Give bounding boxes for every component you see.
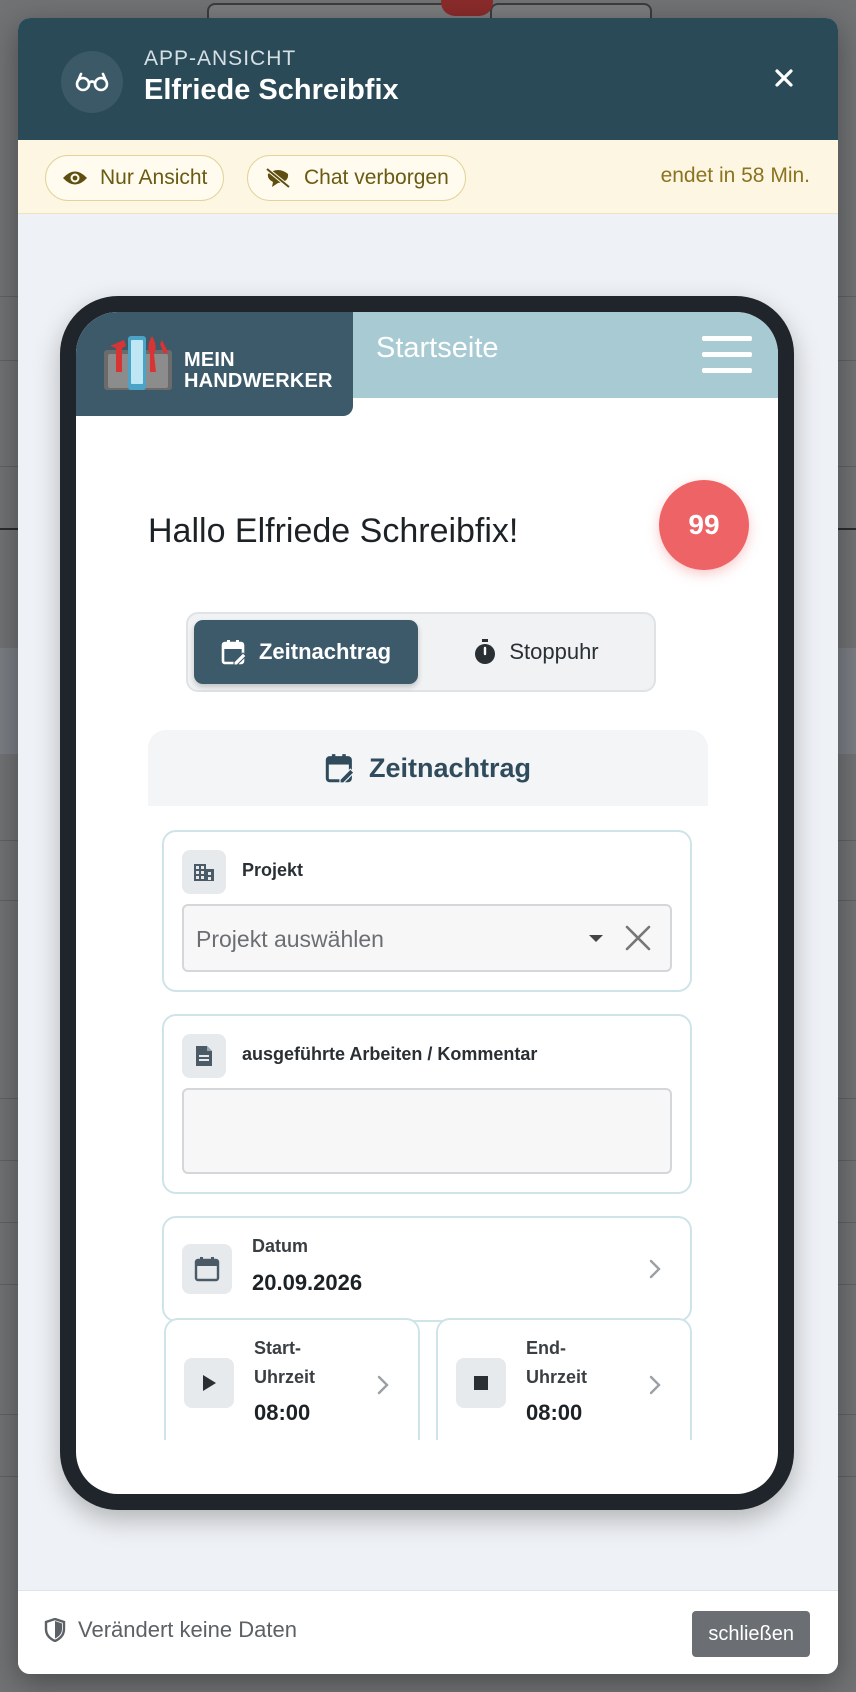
date-value: 20.09.2026	[252, 1270, 363, 1295]
notification-badge[interactable]: 99	[659, 480, 749, 570]
glasses-icon	[61, 51, 123, 113]
document-icon	[182, 1034, 226, 1078]
building-icon	[182, 850, 226, 894]
greeting: Hallo Elfriede Schreibfix!	[148, 512, 519, 550]
toolbox-logo-icon	[104, 336, 172, 390]
chevron-right-icon	[649, 1259, 661, 1279]
footer-note-text: Verändert keine Daten	[78, 1617, 297, 1642]
chat-hidden-icon	[265, 167, 291, 189]
form-header: Zeitnachtrag	[148, 730, 708, 806]
caret-down-icon[interactable]	[588, 934, 604, 944]
end-time-field[interactable]: End- Uhrzeit 08:00	[436, 1318, 692, 1440]
app-page-title: Startseite	[376, 332, 499, 364]
tab-stoppuhr[interactable]: Stoppuhr	[422, 620, 650, 684]
calendar-edit-icon	[325, 754, 355, 783]
clear-icon[interactable]	[624, 924, 652, 952]
project-select[interactable]: Projekt auswählen	[182, 904, 672, 972]
start-label-line-1: Start-	[254, 1338, 302, 1358]
play-icon	[184, 1358, 234, 1408]
start-time-value: 08:00	[254, 1400, 311, 1425]
shield-icon	[44, 1618, 66, 1642]
eye-icon	[63, 171, 87, 185]
form-title: Zeitnachtrag	[368, 752, 532, 783]
brand-line-1: MEIN	[184, 349, 235, 371]
calendar-edit-icon	[221, 640, 247, 665]
stop-icon	[456, 1358, 506, 1408]
chat-hidden-pill: Chat verborgen	[247, 155, 466, 201]
close-icon[interactable]	[766, 60, 802, 96]
modal-eyebrow: APP-ANSICHT	[144, 47, 297, 70]
brand-line-2: HANDWERKER	[184, 370, 333, 392]
modal-title: Elfriede Schreibfix	[144, 74, 399, 106]
stopwatch-icon	[475, 639, 496, 664]
end-label-line-2: Uhrzeit	[526, 1367, 588, 1387]
chevron-right-icon	[649, 1375, 661, 1395]
comment-label: ausgeführte Arbeiten / Kommentar	[242, 1044, 538, 1064]
start-label-line-2: Uhrzeit	[254, 1367, 316, 1387]
project-field: Projekt Projekt auswählen	[162, 830, 692, 992]
view-only-label: Nur Ansicht	[100, 166, 208, 189]
end-label-line-1: End-	[526, 1338, 566, 1358]
tab-stoppuhr-label: Stoppuhr	[509, 639, 599, 664]
comment-input[interactable]	[182, 1088, 672, 1174]
tab-zeitnachtrag[interactable]: Zeitnachtrag	[194, 620, 418, 684]
end-time-value: 08:00	[526, 1400, 583, 1425]
project-placeholder: Projekt auswählen	[196, 926, 384, 952]
comment-field: ausgeführte Arbeiten / Kommentar	[162, 1014, 692, 1194]
modal-header: APP-ANSICHT Elfriede Schreibfix	[18, 18, 838, 140]
modal-footer: Verändert keine Daten schließen	[18, 1590, 838, 1674]
calendar-icon	[182, 1244, 232, 1294]
chat-hidden-label: Chat verborgen	[304, 166, 449, 189]
background-badge	[441, 0, 493, 16]
session-timer: endet in 58 Min.	[660, 164, 810, 187]
date-label: Datum	[252, 1236, 309, 1256]
hamburger-menu-icon[interactable]	[702, 336, 752, 376]
time-tiles-viewport: Start- Uhrzeit 08:00 End- Uhrzeit 08:00	[76, 1312, 780, 1440]
view-only-pill: Nur Ansicht	[45, 155, 225, 201]
footer-note: Verändert keine Daten	[44, 1617, 297, 1643]
tab-zeitnachtrag-label: Zeitnachtrag	[258, 639, 392, 664]
chevron-right-icon	[377, 1375, 389, 1395]
project-label: Projekt	[242, 860, 304, 880]
brand-name: MEIN HANDWERKER	[184, 350, 333, 392]
date-field[interactable]: Datum 20.09.2026	[162, 1216, 692, 1322]
start-time-field[interactable]: Start- Uhrzeit 08:00	[164, 1318, 420, 1440]
app-brand[interactable]: MEIN HANDWERKER	[76, 312, 353, 416]
close-button[interactable]: schließen	[692, 1611, 810, 1657]
info-bar: Nur Ansicht Chat verborgen endet in 58 M…	[18, 140, 838, 214]
mode-switch: Zeitnachtrag Stoppuhr	[186, 612, 656, 692]
